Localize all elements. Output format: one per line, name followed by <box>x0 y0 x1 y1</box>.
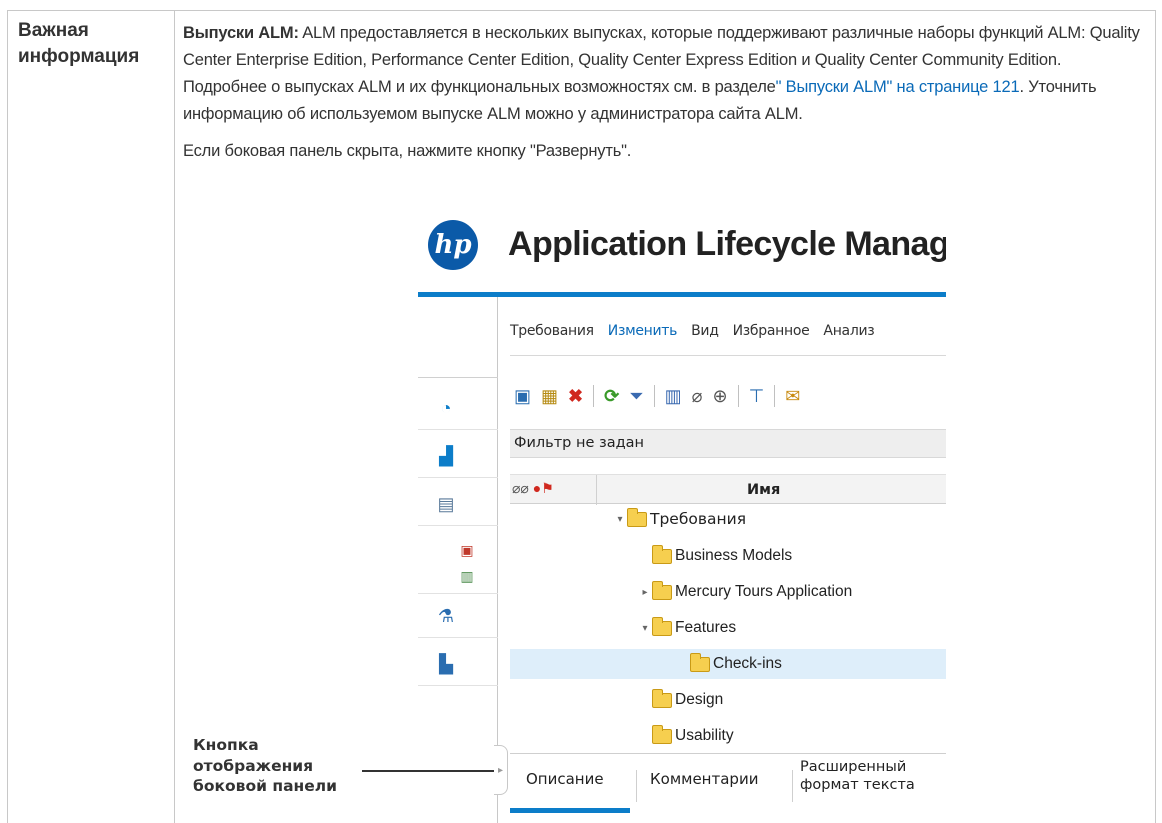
toolbar-separator <box>774 385 776 407</box>
sidebar-expand-button[interactable]: ▸ <box>494 745 508 795</box>
column-divider <box>596 475 597 505</box>
menu-edit[interactable]: Изменить <box>608 323 678 339</box>
sidebar-row-line <box>418 685 498 686</box>
sidebar-row-line <box>418 429 498 430</box>
tree-node-label: Features <box>675 619 737 636</box>
folder-icon <box>652 688 672 708</box>
app-title: Application Lifecycle Manag <box>508 225 946 263</box>
tree-node-usability[interactable]: Usability <box>652 721 734 751</box>
table-border-left <box>7 10 8 823</box>
callout-line: отображения <box>193 756 314 775</box>
tree-node-mercury-tours[interactable]: ▸ Mercury Tours Application <box>638 577 852 607</box>
callout-line: Кнопка <box>193 736 259 754</box>
callout-line: боковой панели <box>193 777 337 795</box>
hp-logo: hp <box>428 220 478 270</box>
tree-node-design[interactable]: Design <box>652 685 723 715</box>
row-content: Выпуски ALM: ALM предоставляется в неско… <box>183 20 1143 165</box>
menu-favorites[interactable]: Избранное <box>733 323 810 339</box>
defects-icon[interactable]: ▙ <box>435 653 457 675</box>
active-tab-indicator <box>510 808 630 813</box>
table-border-right <box>1155 10 1156 823</box>
sidebar-button-callout: Кнопка отображения боковой панели <box>193 735 337 797</box>
tree-node-label: Design <box>675 691 724 708</box>
tab-rich-text-line1: Расширенный <box>800 759 907 775</box>
tab-description[interactable]: Описание <box>526 770 604 788</box>
mail-icon[interactable]: ✉ <box>785 386 800 407</box>
sidebar-row-line <box>418 477 498 478</box>
expander-icon[interactable]: ▸ <box>638 587 652 598</box>
attachment-icon[interactable]: ⌀ <box>692 386 703 407</box>
folder-icon <box>652 724 672 744</box>
details-tabs: Описание Комментарии Расширенный формат т… <box>510 753 946 813</box>
refresh-icon[interactable]: ⟳ <box>604 386 619 407</box>
attachment-column-icon[interactable]: ⌀⌀ <box>512 480 529 496</box>
menu-toolbar-divider <box>510 355 946 356</box>
expander-icon[interactable]: ▾ <box>638 623 652 634</box>
sidebar-separator <box>418 377 498 378</box>
coverage-sub-icon[interactable]: ▥ <box>456 565 478 587</box>
menu-requirements[interactable]: Требования <box>510 323 594 339</box>
expander-icon[interactable]: ▾ <box>613 514 627 525</box>
column-flag-icons: ⌀⌀ ●⚑ <box>512 480 554 497</box>
new-folder-icon[interactable]: ▣ <box>514 386 531 407</box>
tree-node-label: Business Models <box>675 547 793 564</box>
paragraph-editions: Выпуски ALM: ALM предоставляется в неско… <box>183 20 1143 128</box>
alert-column-icon[interactable]: ● <box>533 480 541 496</box>
analysis-icon[interactable]: ▟ <box>435 445 457 467</box>
menu-analysis[interactable]: Анализ <box>823 323 874 339</box>
toolbar: ▣ ▦ ✖ ⟳ ⏷ ▥ ⌀ ⊕ ⊤ ✉ <box>514 384 800 408</box>
alm-screenshot: hp Application Lifecycle Manag ◔ ▟ ▤ ▣ ▥… <box>418 208 946 823</box>
column-name[interactable]: Имя <box>747 482 780 498</box>
tree-node-label: Mercury Tours Application <box>675 583 853 600</box>
toolbar-separator <box>593 385 595 407</box>
flag-column-icon[interactable]: ⚑ <box>541 480 554 496</box>
tree-node-label: Usability <box>675 727 734 744</box>
tab-rich-text[interactable]: Расширенный формат текста <box>800 758 915 794</box>
editions-lead: Выпуски ALM: <box>183 24 299 42</box>
filter-icon[interactable]: ⏷ <box>629 386 643 407</box>
editions-link[interactable]: " Выпуски ALM" на странице 121 <box>776 78 1020 96</box>
table-border-top <box>7 10 1156 11</box>
sidebar-row-line <box>418 525 498 526</box>
new-requirement-icon[interactable]: ▦ <box>541 386 558 407</box>
row-label: Важная информация <box>18 20 140 67</box>
tab-comments[interactable]: Комментарии <box>650 770 758 788</box>
pin-icon[interactable]: ⊤ <box>749 386 765 407</box>
dashboard-icon[interactable]: ◔ <box>435 397 457 419</box>
toolbar-separator <box>653 385 655 407</box>
tree-node-requirements[interactable]: ▾ Требования <box>613 504 746 534</box>
table-column-divider <box>174 10 175 823</box>
folder-icon <box>652 616 672 636</box>
toolbar-separator <box>737 385 739 407</box>
tree-node-check-ins[interactable]: Check-ins <box>510 649 946 679</box>
tree-node-features[interactable]: ▾ Features <box>638 613 736 643</box>
folder-icon <box>652 580 672 600</box>
testing-flask-icon[interactable]: ⚗ <box>435 605 457 627</box>
folder-icon <box>652 544 672 564</box>
requirements-icon[interactable]: ▤ <box>435 493 457 515</box>
tree-node-label: Check-ins <box>713 655 782 672</box>
zoom-icon[interactable]: ⊕ <box>712 386 727 407</box>
tree-node-label: Требования <box>650 510 747 528</box>
delete-icon[interactable]: ✖ <box>568 386 583 407</box>
menu-bar: Требования Изменить Вид Избранное Анализ <box>510 323 888 339</box>
tab-rich-text-line2: формат текста <box>800 777 915 793</box>
left-sidebar-collapsed: ◔ ▟ ▤ ▣ ▥ ⚗ ▙ <box>418 297 498 823</box>
folder-icon <box>690 652 710 672</box>
columns-icon[interactable]: ▥ <box>665 386 682 407</box>
tab-divider <box>636 770 637 802</box>
paragraph-sidebar-hint: Если боковая панель скрыта, нажмите кноп… <box>183 142 632 160</box>
callout-leader-line <box>362 770 494 772</box>
sidebar-row-line <box>418 637 498 638</box>
tree-node-business-models[interactable]: Business Models <box>652 541 792 571</box>
filter-status[interactable]: Фильтр не задан <box>510 429 946 458</box>
tab-divider <box>792 770 793 802</box>
sidebar-row-line <box>418 593 498 594</box>
folder-icon <box>627 507 647 527</box>
requirements-sub-icon[interactable]: ▣ <box>456 539 478 561</box>
grid-column-header: ⌀⌀ ●⚑ Имя ◀ <box>510 474 946 505</box>
menu-view[interactable]: Вид <box>691 323 719 339</box>
